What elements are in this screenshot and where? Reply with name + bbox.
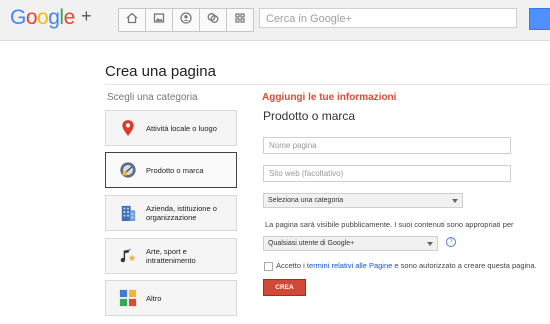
profile-icon bbox=[180, 11, 192, 29]
category-select-value: Seleziona una categoria bbox=[268, 197, 344, 204]
photos-button[interactable] bbox=[145, 8, 173, 32]
category-product-brand[interactable]: Prodotto o marca bbox=[105, 152, 237, 188]
category-local-business[interactable]: Attività locale o luogo bbox=[105, 110, 237, 146]
other-icon bbox=[118, 287, 138, 309]
website-input[interactable]: Sito web (facoltativo) bbox=[263, 165, 511, 182]
terms-checkbox[interactable] bbox=[264, 262, 273, 271]
create-button[interactable]: CREA bbox=[263, 279, 306, 296]
music-star-icon bbox=[118, 245, 138, 267]
google-plus-logo[interactable]: Google + bbox=[10, 6, 92, 30]
logo-plus: + bbox=[81, 6, 92, 26]
category-label: Altro bbox=[146, 293, 162, 303]
category-arts-sports-entertainment[interactable]: Arte, sport e intrattenimento bbox=[105, 238, 237, 274]
circles-icon bbox=[207, 11, 219, 29]
games-button[interactable] bbox=[226, 8, 254, 32]
title-divider bbox=[105, 84, 550, 85]
product-icon bbox=[118, 159, 138, 181]
top-bar: Google + Cerca in Google+ bbox=[0, 0, 550, 41]
category-label: Attività locale o luogo bbox=[146, 123, 217, 133]
form-header: Aggiungi le tue informazioni bbox=[262, 92, 397, 103]
photos-icon bbox=[153, 11, 165, 29]
category-label: Azienda, istituzione o organizzazione bbox=[146, 204, 217, 222]
profile-button[interactable] bbox=[172, 8, 200, 32]
chevron-down-icon bbox=[452, 199, 458, 203]
form-subheader: Prodotto o marca bbox=[263, 109, 356, 123]
terms-prefix: Accetto i bbox=[276, 261, 307, 270]
logo-text: Google bbox=[10, 6, 75, 29]
page-title: Crea una pagina bbox=[105, 63, 216, 80]
circles-button[interactable] bbox=[199, 8, 227, 32]
page-name-input[interactable]: Nome pagina bbox=[263, 137, 511, 154]
category-other[interactable]: Altro bbox=[105, 280, 237, 316]
category-header: Scegli una categoria bbox=[107, 92, 198, 103]
games-icon bbox=[234, 11, 246, 29]
category-company-organization[interactable]: Azienda, istituzione o organizzazione bbox=[105, 195, 237, 231]
audience-select[interactable]: Qualsiasi utente di Google+ bbox=[263, 236, 438, 251]
category-label: Arte, sport e intrattenimento bbox=[146, 247, 196, 265]
home-icon bbox=[126, 11, 138, 29]
terms-suffix: e sono autorizzato a creare questa pagin… bbox=[392, 261, 537, 270]
terms-text: Accetto i termini relativi alle Pagine e… bbox=[276, 261, 537, 270]
map-pin-icon bbox=[118, 117, 138, 139]
search-input[interactable]: Cerca in Google+ bbox=[259, 8, 517, 28]
visibility-note: La pagina sarà visibile pubblicamente. I… bbox=[265, 220, 514, 229]
search-button[interactable] bbox=[529, 8, 550, 30]
nav-buttons bbox=[118, 8, 254, 32]
help-icon[interactable]: ? bbox=[446, 237, 456, 247]
category-label: Prodotto o marca bbox=[146, 165, 204, 175]
audience-select-value: Qualsiasi utente di Google+ bbox=[268, 240, 355, 247]
building-icon bbox=[118, 202, 138, 224]
category-select[interactable]: Seleziona una categoria bbox=[263, 193, 463, 208]
chevron-down-icon bbox=[427, 242, 433, 246]
terms-link[interactable]: termini relativi alle Pagine bbox=[307, 261, 392, 270]
home-button[interactable] bbox=[118, 8, 146, 32]
